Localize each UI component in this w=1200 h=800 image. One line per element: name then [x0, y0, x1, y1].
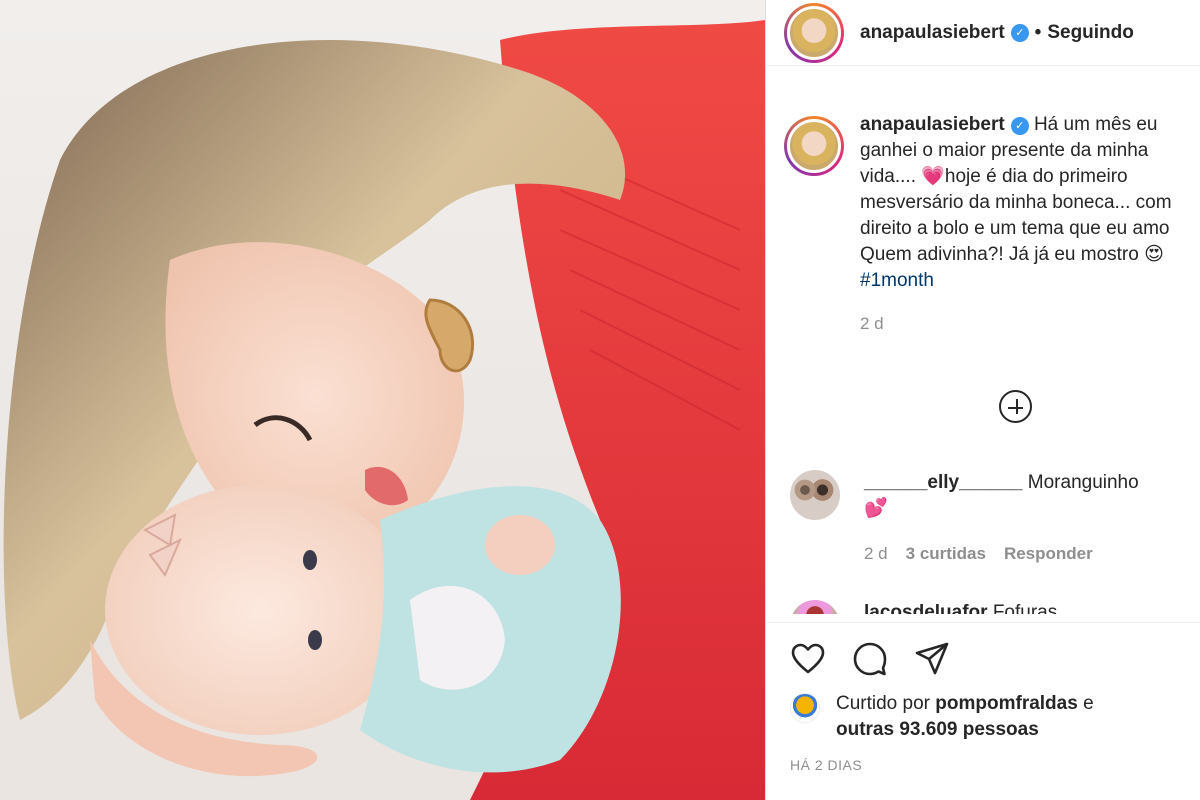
- verified-badge-icon: ✓: [1010, 23, 1029, 42]
- comment-text: Fofuras: [992, 602, 1058, 614]
- share-icon[interactable]: [914, 641, 950, 677]
- post-photo[interactable]: [0, 0, 765, 800]
- liked-by-conjunction: e: [1083, 693, 1094, 714]
- heart-icon[interactable]: [790, 641, 826, 677]
- caption-line: ganhei o maior presente da minha: [860, 140, 1149, 161]
- liker-avatar[interactable]: [790, 693, 820, 723]
- caption-line: Há um mês eu: [1033, 114, 1158, 135]
- caption-line: mesversário da minha boneca... com: [860, 192, 1172, 213]
- commenter-avatar[interactable]: [790, 470, 840, 520]
- post-caption: anapaulasiebert ✓ Há um mês eu ganhei o m…: [784, 112, 1200, 337]
- liked-by: Curtido por pompomfraldas e outras 93.60…: [790, 691, 1094, 743]
- comment-icon[interactable]: [852, 641, 888, 677]
- comment-emoji: 💕: [864, 498, 888, 519]
- post-date[interactable]: HÁ 2 DIAS: [790, 757, 862, 773]
- caption-timestamp[interactable]: 2 d: [860, 311, 1200, 337]
- hashtag-link[interactable]: #1month: [860, 268, 1200, 294]
- post-side-panel: anapaulasiebert ✓ • Seguindo anapaulasie…: [765, 0, 1200, 800]
- comment-timestamp[interactable]: 2 d: [864, 541, 888, 567]
- caption-line: direito a bolo e um tema que eu amo: [860, 218, 1170, 239]
- mother-and-baby-photo: [0, 20, 765, 800]
- comment-item: lacosdeluafor Fofuras: [790, 600, 1200, 614]
- separator-dot: •: [1034, 21, 1042, 43]
- load-more-comments-icon[interactable]: [999, 390, 1032, 423]
- caption-line: Quem adivinha?! Já já eu mostro 😍: [860, 244, 1164, 265]
- liked-by-prefix: Curtido por: [836, 693, 930, 714]
- post-actions: Curtido por pompomfraldas e outras 93.60…: [766, 622, 1200, 800]
- liked-by-user[interactable]: pompomfraldas: [935, 693, 1078, 714]
- reply-button[interactable]: Responder: [1004, 541, 1093, 567]
- comment-text: Moranguinho: [1027, 472, 1139, 493]
- caption-avatar[interactable]: [784, 116, 844, 176]
- commenter-avatar[interactable]: [790, 600, 840, 614]
- caption-username[interactable]: anapaulasiebert: [860, 114, 1005, 135]
- comment-username[interactable]: lacosdeluafor: [864, 602, 988, 614]
- comment-likes[interactable]: 3 curtidas: [906, 541, 986, 567]
- post-header: anapaulasiebert ✓ • Seguindo: [766, 0, 1200, 66]
- liked-by-others[interactable]: outras 93.609 pessoas: [836, 719, 1039, 740]
- following-button[interactable]: Seguindo: [1047, 22, 1134, 44]
- caption-line: vida.... 💗hoje é dia do primeiro: [860, 166, 1128, 187]
- baby-face: [105, 485, 415, 735]
- verified-badge-icon: ✓: [1010, 117, 1029, 135]
- profile-avatar[interactable]: [784, 2, 844, 63]
- comment-item: ______elly______ Moranguinho 💕 2 d 3 cur…: [790, 470, 1200, 567]
- comment-username[interactable]: ______elly______: [864, 472, 1023, 493]
- header-username[interactable]: anapaulasiebert: [860, 22, 1005, 44]
